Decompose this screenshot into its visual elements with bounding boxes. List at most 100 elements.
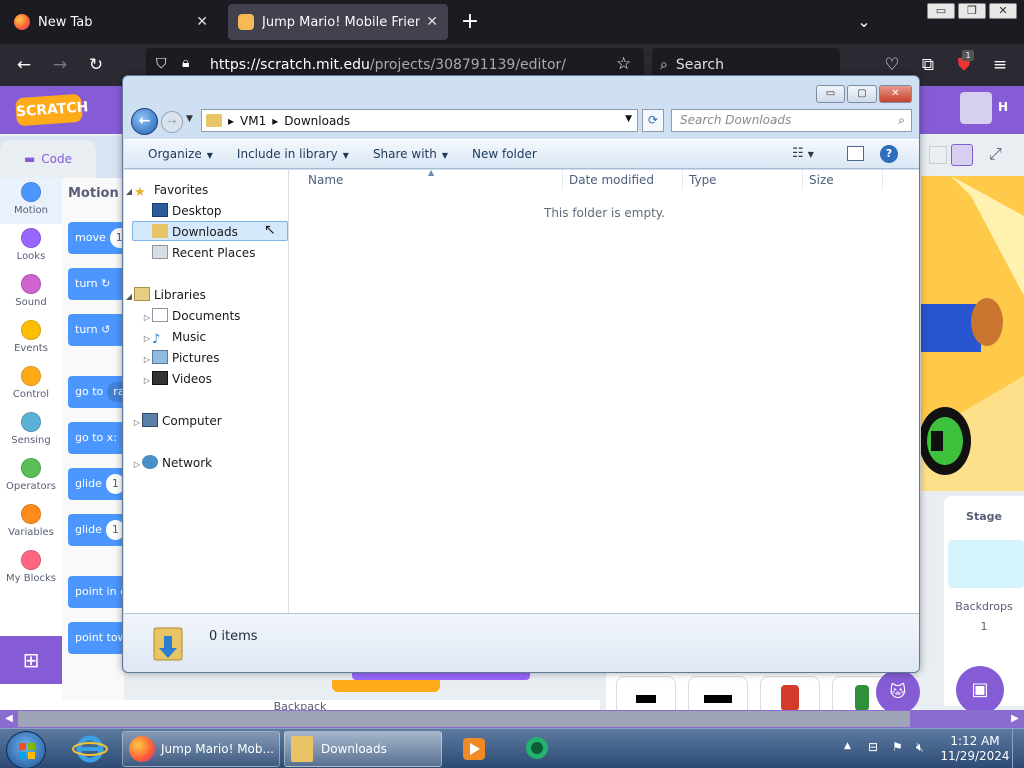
lock-icon[interactable]: 🔒︎ <box>182 55 189 71</box>
category-variables[interactable]: Variables <box>0 500 62 546</box>
scrollbar-thumb[interactable] <box>18 711 910 727</box>
nav-libraries[interactable]: ◢ Libraries <box>124 285 289 305</box>
preview-pane-icon[interactable] <box>847 146 864 161</box>
column-separator[interactable] <box>562 170 563 190</box>
include-in-library-button[interactable]: Include in library ▼ <box>225 147 361 161</box>
pocket-icon[interactable]: ♡ <box>880 53 904 77</box>
media-player-icon[interactable] <box>454 732 494 766</box>
expand-arrow-icon[interactable]: ▷ <box>142 350 152 370</box>
explorer-maximize-button[interactable]: ▢ <box>847 85 877 103</box>
tab-new-tab[interactable]: New Tab ✕ <box>4 4 218 40</box>
back-button[interactable]: ← <box>12 53 36 77</box>
column-date-modified[interactable]: Date modified <box>569 173 654 187</box>
menu-icon[interactable]: ≡ <box>988 53 1012 77</box>
help-icon[interactable]: ? <box>880 145 898 163</box>
column-separator[interactable] <box>682 170 683 190</box>
chat-app-icon[interactable] <box>516 732 556 766</box>
scroll-left-arrow[interactable]: ◀ <box>0 710 18 728</box>
fullscreen-icon[interactable]: ⤢ <box>989 144 1002 164</box>
explorer-forward-button[interactable]: → <box>161 111 183 133</box>
nav-network[interactable]: ▷ Network <box>124 453 289 473</box>
category-events[interactable]: Events <box>0 316 62 362</box>
block-point-in-direction[interactable]: point in di <box>68 576 124 608</box>
list-all-tabs-button[interactable]: ⌄ <box>852 8 876 36</box>
backpack-bar[interactable]: Backpack <box>0 700 600 713</box>
share-with-button[interactable]: Share with ▼ <box>361 147 460 161</box>
show-hidden-icons-icon[interactable]: ▲ <box>844 741 851 751</box>
show-desktop-button[interactable] <box>1012 729 1024 768</box>
avatar[interactable] <box>960 92 992 124</box>
extensions-icon[interactable]: ⧉ <box>916 53 940 77</box>
explorer-search-input[interactable]: Search Downloads ⌕ <box>671 109 912 132</box>
explorer-address-bar[interactable]: ▸ VM1 ▸ Downloads ▼ <box>201 109 638 132</box>
large-stage-icon[interactable] <box>951 144 973 166</box>
horizontal-scrollbar[interactable]: ◀ ▶ <box>0 710 1024 728</box>
refresh-button[interactable]: ⟳ <box>642 109 664 132</box>
explorer-title-bar[interactable]: ▭ ▢ ✕ <box>123 76 919 106</box>
column-name[interactable]: Name <box>308 173 343 187</box>
nav-videos[interactable]: ▷ Videos <box>124 369 289 389</box>
taskbar-firefox-task[interactable]: Jump Mario! Mob... <box>122 731 280 767</box>
expand-arrow-icon[interactable]: ▷ <box>142 329 152 349</box>
column-separator[interactable] <box>882 170 883 190</box>
view-options-icon[interactable]: ☷ ▼ <box>792 146 814 161</box>
volume-muted-icon[interactable]: 🔇︎ <box>916 740 924 755</box>
breadcrumb-downloads[interactable]: Downloads <box>284 114 350 128</box>
block-point-towards[interactable]: point tow <box>68 622 124 654</box>
expand-arrow-icon[interactable]: ▷ <box>132 455 142 475</box>
site-info-icon[interactable]: ⛉ <box>156 56 167 72</box>
block-glide[interactable]: glide 1 <box>68 468 124 500</box>
address-dropdown-icon[interactable]: ▼ <box>625 114 632 124</box>
close-tab-icon[interactable]: ✕ <box>196 14 208 30</box>
breadcrumb-vm1[interactable]: VM1 <box>240 114 266 128</box>
block-move[interactable]: move10 <box>68 222 124 254</box>
choose-sprite-button[interactable]: 🐱︎ <box>876 670 920 714</box>
action-center-flag-icon[interactable]: ⚑ <box>892 740 903 754</box>
new-tab-button[interactable]: + <box>458 6 482 38</box>
category-operators[interactable]: Operators <box>0 454 62 500</box>
network-tray-icon[interactable]: ⊟ <box>868 740 878 754</box>
block-turn-right[interactable]: turn ↻ <box>68 268 124 300</box>
column-size[interactable]: Size <box>809 173 834 187</box>
scratch-logo[interactable]: SCRATCH <box>15 93 89 127</box>
choose-backdrop-button[interactable]: ▣ <box>956 666 1004 714</box>
expand-arrow-icon[interactable]: ▷ <box>132 413 142 433</box>
browser-minimize-button[interactable]: ▭ <box>927 3 955 19</box>
block-turn-left[interactable]: turn ↺ <box>68 314 124 346</box>
explorer-minimize-button[interactable]: ▭ <box>816 85 845 103</box>
stage-thumbnail[interactable] <box>948 540 1024 588</box>
nav-favorites[interactable]: ◢ ★ Favorites <box>124 180 289 200</box>
stage-canvas[interactable] <box>921 176 1024 491</box>
organize-button[interactable]: Organize ▼ <box>136 147 225 161</box>
category-my-blocks[interactable]: My Blocks <box>0 546 62 592</box>
bookmark-star-icon[interactable]: ☆ <box>616 54 631 74</box>
nav-recent-places[interactable]: Recent Places <box>124 243 289 263</box>
scroll-right-arrow[interactable]: ▶ <box>1006 710 1024 728</box>
browser-restore-button[interactable]: ❐ <box>958 3 986 19</box>
category-sound[interactable]: Sound <box>0 270 62 316</box>
add-extension-button[interactable]: ⊞ <box>0 636 62 684</box>
explorer-back-button[interactable]: ← <box>131 108 158 135</box>
username-label[interactable]: H <box>998 100 1008 114</box>
category-looks[interactable]: Looks <box>0 224 62 270</box>
tab-jump-mario[interactable]: Jump Mario! Mobile Friendly Ga ✕ <box>228 4 448 40</box>
nav-documents[interactable]: ▷ Documents <box>124 306 289 326</box>
collapse-arrow-icon[interactable]: ◢ <box>124 287 134 307</box>
small-stage-icon[interactable] <box>929 146 947 164</box>
start-button[interactable] <box>6 731 46 768</box>
column-type[interactable]: Type <box>689 173 717 187</box>
taskbar-explorer-task[interactable]: Downloads <box>284 731 442 767</box>
reload-button[interactable]: ↻ <box>84 53 108 77</box>
category-motion[interactable]: Motion <box>0 178 62 224</box>
forward-button[interactable]: → <box>48 53 72 77</box>
category-control[interactable]: Control <box>0 362 62 408</box>
nav-music[interactable]: ▷ ♪ Music <box>124 327 289 347</box>
expand-arrow-icon[interactable]: ▷ <box>142 371 152 391</box>
new-folder-button[interactable]: New folder <box>460 147 549 161</box>
clock[interactable]: 1:12 AM 11/29/2024 <box>940 734 1010 764</box>
collapse-arrow-icon[interactable]: ◢ <box>124 182 134 202</box>
explorer-close-button[interactable]: ✕ <box>879 85 912 103</box>
column-separator[interactable] <box>802 170 803 190</box>
browser-close-button[interactable]: ✕ <box>989 3 1017 19</box>
nav-computer[interactable]: ▷ Computer <box>124 411 289 431</box>
